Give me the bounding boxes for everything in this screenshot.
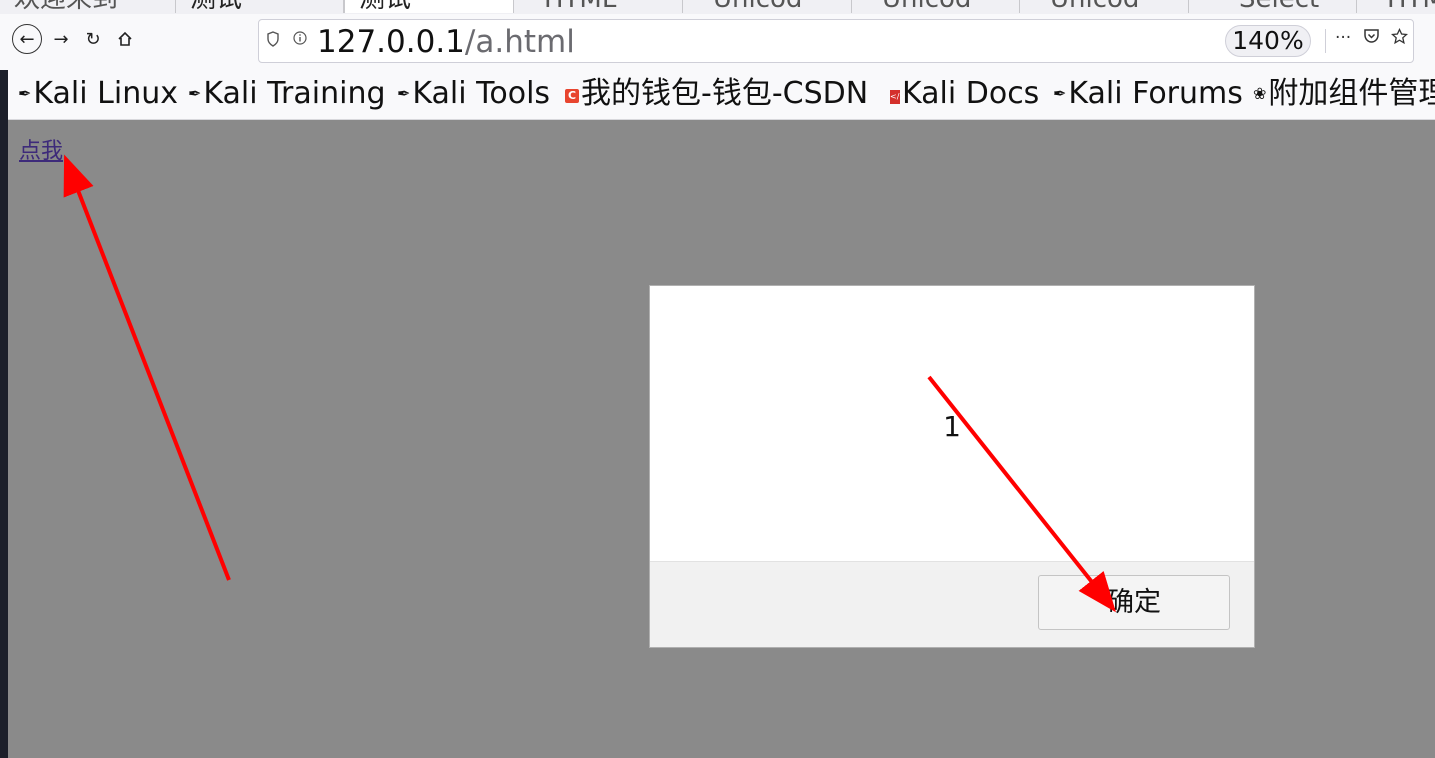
page-actions-button[interactable]: ··· xyxy=(1335,28,1351,48)
tab-1[interactable]: 欢迎来到 xyxy=(0,0,176,13)
kali-dragon-icon: ✒ xyxy=(1053,84,1067,103)
bookmark-star-icon[interactable] xyxy=(1390,27,1409,50)
alert-dialog-footer: 确定 xyxy=(650,561,1254,647)
bookmark-label: Kali Tools xyxy=(412,76,551,111)
bookmark-csdn-wallet[interactable]: C 我的钱包-钱包-CSDN xyxy=(565,75,868,113)
csdn-icon: C xyxy=(565,89,579,103)
tab-9[interactable]: HTML xyxy=(1357,0,1435,13)
kali-dragon-icon: ✒ xyxy=(397,84,411,103)
bookmark-label: 我的钱包-钱包-CSDN xyxy=(581,76,869,111)
page-content-overlay: 点我 1 确定 xyxy=(8,120,1435,758)
zoom-level-button[interactable]: 140% xyxy=(1225,25,1311,57)
tab-4[interactable]: HTML xyxy=(514,0,683,13)
bookmark-label: Kali Linux xyxy=(33,76,178,111)
click-me-link[interactable]: 点我 xyxy=(19,138,63,166)
tab-6[interactable]: Unicod xyxy=(852,0,1020,13)
ok-button[interactable]: 确定 xyxy=(1038,575,1230,630)
bookmark-label: 附加组件管理 xyxy=(1268,76,1435,111)
bookmark-label: Kali Training xyxy=(203,76,386,111)
url-bar[interactable]: 127.0.0.1/a.html 140% ··· xyxy=(258,19,1414,63)
info-icon[interactable] xyxy=(293,31,307,49)
bookmark-kali-linux[interactable]: ✒Kali Linux xyxy=(18,75,178,113)
tab-3-active[interactable]: 测试 xyxy=(344,0,514,13)
tab-7[interactable]: Unicod xyxy=(1020,0,1189,13)
desktop-edge xyxy=(0,0,8,758)
bookmark-kali-docs[interactable]: </>Kali Docs xyxy=(890,75,1039,113)
arrow-right-icon: → xyxy=(53,28,69,50)
tab-strip: 欢迎来到 测试 测试 HTML Unicod Unicod Unicod Sel… xyxy=(0,0,1435,14)
arrow-left-icon: ← xyxy=(19,28,35,50)
tab-8[interactable]: Select xyxy=(1189,0,1357,13)
url-text[interactable]: 127.0.0.1/a.html xyxy=(317,25,575,59)
url-host: 127.0.0.1 xyxy=(317,24,465,60)
tab-2[interactable]: 测试 xyxy=(176,0,344,13)
bookmark-kali-training[interactable]: ✒Kali Training xyxy=(188,75,386,113)
kali-dragon-icon: ✒ xyxy=(18,84,32,103)
kali-dragon-icon: ✒ xyxy=(188,84,202,103)
bookmark-label: Kali Forums xyxy=(1068,76,1243,111)
navigation-toolbar: ← → ↻ 127.0.0.1/a.html 140% ··· xyxy=(0,14,1435,70)
puzzle-icon: ❀ xyxy=(1253,84,1267,103)
reload-button[interactable]: ↻ xyxy=(78,24,108,54)
back-button[interactable]: ← xyxy=(12,24,42,54)
kali-docs-icon: </> xyxy=(890,90,906,104)
home-icon xyxy=(118,31,132,46)
url-path: /a.html xyxy=(464,24,575,60)
home-button[interactable] xyxy=(110,24,140,54)
shield-icon[interactable] xyxy=(267,31,279,51)
url-bar-separator xyxy=(1325,29,1326,53)
bookmark-label: Kali Docs xyxy=(902,76,1040,111)
bookmark-kali-tools[interactable]: ✒Kali Tools xyxy=(397,75,550,113)
forward-button[interactable]: → xyxy=(46,24,76,54)
bookmarks-toolbar: ✒Kali Linux ✒Kali Training ✒Kali Tools C… xyxy=(8,70,1435,120)
alert-message: 1 xyxy=(943,410,961,443)
tab-5[interactable]: Unicod xyxy=(683,0,852,13)
pocket-icon[interactable] xyxy=(1363,28,1380,49)
alert-dialog: 1 确定 xyxy=(649,285,1255,648)
bookmark-kali-forums[interactable]: ✒Kali Forums xyxy=(1053,75,1243,113)
reload-icon: ↻ xyxy=(85,28,101,50)
bookmark-addons-manager[interactable]: ❀附加组件管理 xyxy=(1253,75,1435,113)
